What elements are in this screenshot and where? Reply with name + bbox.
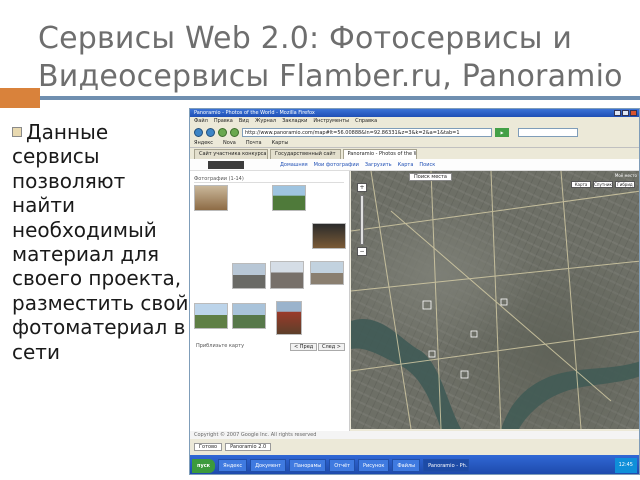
map-river	[501, 361, 639, 429]
status-item: Готово	[194, 443, 223, 451]
photo-thumbnail[interactable]	[232, 303, 266, 329]
bookmark-item[interactable]: Карты	[272, 139, 289, 147]
bullet-marker-icon	[12, 127, 22, 137]
zoom-out-icon[interactable]: −	[357, 247, 367, 256]
bookmark-item[interactable]: Яндекс	[194, 139, 213, 147]
bookmarks-bar: Яндекс Nova Почта Карты	[190, 139, 639, 148]
menu-item[interactable]: Инструменты	[313, 117, 349, 125]
site-menu-item[interactable]: Карта	[398, 162, 414, 168]
taskbar-item[interactable]: Файлы	[392, 459, 421, 472]
menu-bar: Файл Правка Вид Журнал Закладки Инструме…	[190, 117, 639, 125]
browser-tab[interactable]: Сайт участника конкурса	[194, 149, 268, 159]
browser-tab[interactable]: Государственный сайт	[270, 149, 341, 159]
taskbar-item[interactable]: Отчёт	[329, 459, 356, 472]
tabs-bar: Сайт участника конкурса Государственный …	[190, 149, 639, 159]
site-menu-item[interactable]: Загрузить	[365, 162, 392, 168]
zoom-control: + −	[357, 181, 367, 256]
maximize-icon[interactable]	[622, 110, 629, 116]
menu-item[interactable]: Вид	[239, 117, 249, 125]
site-menu: Домашняя Мои фотографии Загрузить Карта …	[280, 162, 435, 168]
satellite-map[interactable]: Моё место Поиск места Карта Спутник Гибр…	[351, 171, 639, 429]
map-roads	[351, 171, 639, 429]
browser-tab-active[interactable]: Panoramio - Photos of the World	[342, 149, 417, 159]
photo-prev-button[interactable]: < Пред	[290, 343, 318, 351]
map-river	[351, 318, 461, 429]
photo-thumbnail[interactable]	[194, 185, 228, 211]
go-button[interactable]: ▶	[495, 127, 509, 137]
close-icon[interactable]	[630, 110, 637, 116]
photo-thumbnail[interactable]	[312, 223, 346, 249]
menu-item[interactable]: Файл	[194, 117, 208, 125]
status-item: Panoramio 2.0	[225, 443, 272, 451]
accent-bar-orange	[0, 88, 40, 108]
site-menu-item[interactable]: Поиск	[419, 162, 435, 168]
forward-icon[interactable]	[206, 127, 215, 137]
start-button[interactable]: пуск	[192, 458, 216, 473]
taskbar-item-active[interactable]: Panoramio - Ph...	[423, 459, 470, 472]
photo-thumbnail[interactable]	[310, 261, 344, 285]
menu-item[interactable]: Журнал	[255, 117, 276, 125]
map-markers	[422, 298, 508, 379]
window-controls	[614, 110, 637, 116]
minimize-icon[interactable]	[614, 110, 621, 116]
map-type-hybrid-button[interactable]: Гибрид	[615, 181, 635, 188]
accent-bar-blue	[40, 96, 640, 100]
photo-thumbnail[interactable]	[270, 261, 304, 289]
reload-icon[interactable]	[218, 127, 227, 137]
photo-thumbnail[interactable]	[276, 301, 302, 335]
site-menu-item[interactable]: Домашняя	[280, 162, 308, 168]
address-bar[interactable]: http://www.panoramio.com/map#lt=56.00888…	[242, 127, 492, 137]
photo-thumbnail[interactable]	[272, 185, 306, 211]
taskbar: пуск Яндекс Документ Панорамы Отчёт Рису…	[190, 455, 639, 474]
zoom-slider[interactable]	[360, 195, 364, 245]
browser-screenshot: Panoramio - Photos of the World - Mozill…	[189, 108, 640, 475]
copyright-bar: Copyright © 2007 Google Inc. All rights …	[190, 431, 639, 439]
site-nav: Домашняя Мои фотографии Загрузить Карта …	[190, 159, 639, 171]
system-tray-clock: 12:45	[614, 458, 637, 473]
menu-item[interactable]: Правка	[214, 117, 233, 125]
taskbar-item[interactable]: Документ	[250, 459, 287, 472]
map-info: Моё место	[614, 173, 637, 178]
map-overlay	[351, 171, 639, 429]
photo-panel-header: Фотографии (1-14)	[194, 175, 344, 183]
home-icon[interactable]	[230, 127, 239, 137]
bullet-box: Данные сервисы позволяют найти необходим…	[12, 120, 192, 460]
photo-next-button[interactable]: След >	[318, 343, 345, 351]
window-title: Panoramio - Photos of the World - Mozill…	[194, 110, 315, 116]
photo-panel: Фотографии (1-14) Приблизьте карту < Пре…	[190, 171, 350, 431]
bullet-text: Данные сервисы позволяют найти необходим…	[12, 120, 189, 364]
map-type-satellite-button[interactable]: Спутник	[593, 181, 613, 188]
site-logo[interactable]	[208, 161, 244, 169]
site-menu-item[interactable]: Мои фотографии	[314, 162, 359, 168]
search-input[interactable]	[518, 127, 578, 137]
photo-thumbnail[interactable]	[232, 263, 266, 289]
navigation-toolbar: http://www.panoramio.com/map#lt=56.00888…	[190, 125, 639, 139]
zoom-in-icon[interactable]: +	[357, 183, 367, 192]
photo-panel-footer: Приблизьте карту	[196, 343, 245, 349]
bookmark-item[interactable]: Nova	[223, 139, 236, 147]
bookmark-item[interactable]: Почта	[246, 139, 262, 147]
map-type-map-button[interactable]: Карта	[571, 181, 591, 188]
taskbar-item[interactable]: Панорамы	[289, 459, 327, 472]
slide-title: Сервисы Web 2.0: Фотосервисы и Видеосерв…	[38, 21, 623, 94]
taskbar-item[interactable]: Рисунок	[358, 459, 390, 472]
back-icon[interactable]	[194, 127, 203, 137]
menu-item[interactable]: Закладки	[282, 117, 307, 125]
search-place-button[interactable]: Поиск места	[409, 173, 453, 181]
status-bar: Готово Panoramio 2.0	[190, 441, 639, 453]
taskbar-item[interactable]: Яндекс	[218, 459, 248, 472]
photo-thumbnail[interactable]	[194, 303, 228, 329]
menu-item[interactable]: Справка	[355, 117, 377, 125]
window-titlebar: Panoramio - Photos of the World - Mozill…	[190, 109, 639, 117]
